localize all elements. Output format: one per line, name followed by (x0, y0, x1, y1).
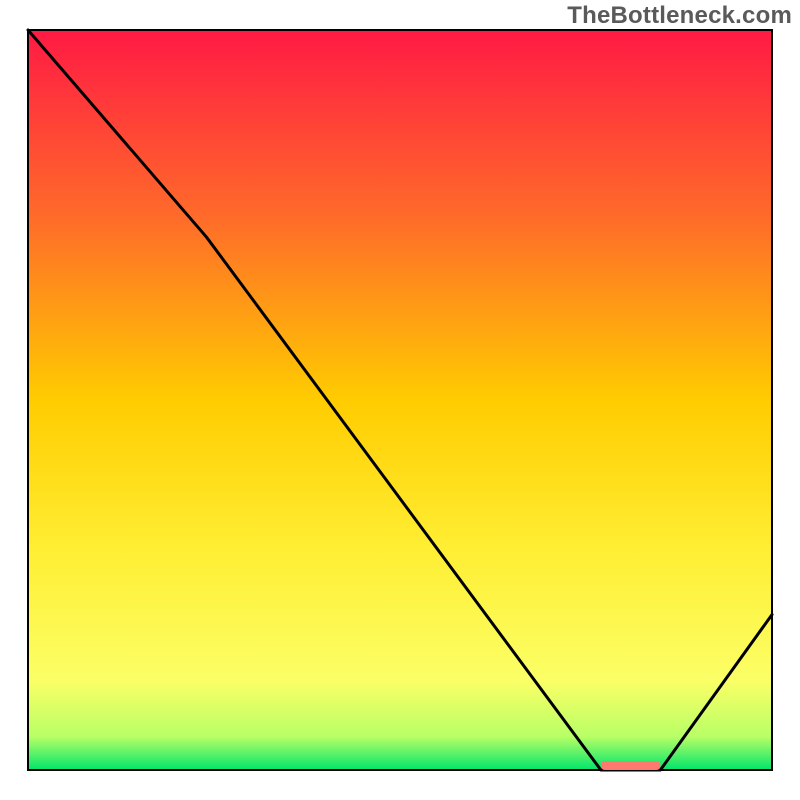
chart-background-gradient (28, 30, 772, 770)
watermark-label: TheBottleneck.com (567, 2, 792, 30)
optimal-marker-segment (601, 761, 661, 770)
chart-container: { "watermark": "TheBottleneck.com", "cha… (0, 0, 800, 800)
chart-svg (0, 0, 800, 800)
